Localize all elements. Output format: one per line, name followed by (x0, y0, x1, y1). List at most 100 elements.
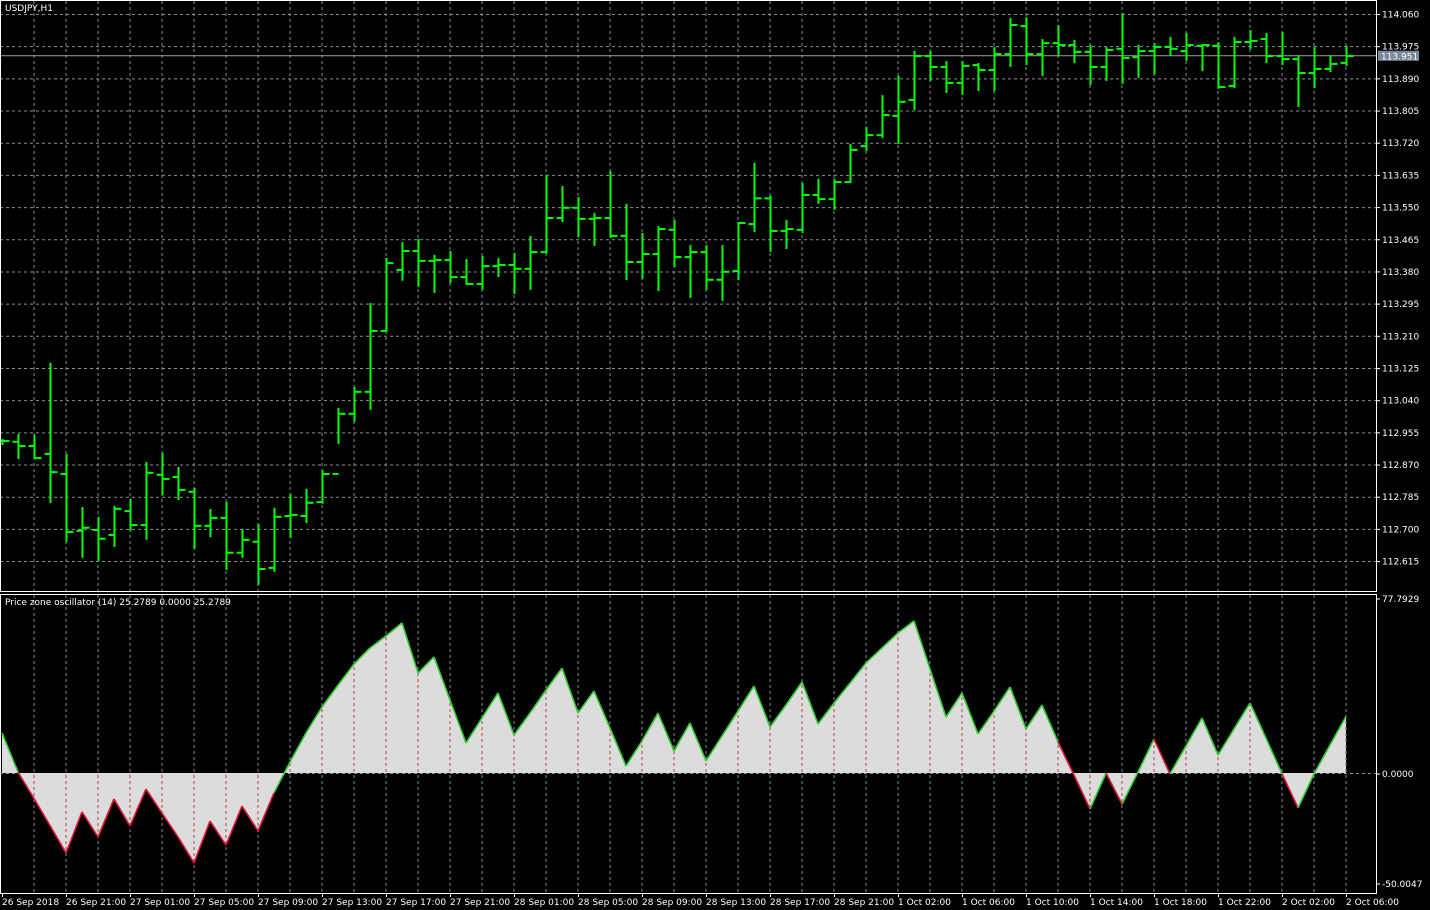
time-tick-label: 1 Oct 02:00 (898, 898, 951, 908)
price-tick-label: 113.550 (1382, 204, 1419, 214)
current-price-label: 113.951 (1381, 52, 1418, 62)
ohlc-bar (204, 508, 218, 538)
ohlc-bar (332, 407, 346, 475)
ohlc-bar (668, 220, 682, 268)
time-tick-label: 1 Oct 14:00 (1090, 898, 1143, 908)
ohlc-bar (748, 162, 762, 232)
ohlc-bar (876, 95, 890, 139)
price-tick-label: 113.465 (1382, 236, 1419, 246)
ohlc-bar (508, 253, 522, 295)
time-tick-label: 28 Sep 09:00 (642, 898, 702, 908)
ohlc-bar (476, 256, 490, 290)
ohlc-bar (412, 239, 426, 287)
ohlc-bar (396, 242, 410, 281)
ohlc-bar (0, 438, 10, 446)
ohlc-bar (732, 221, 746, 281)
oscillator-tick-label: -50.0047 (1382, 880, 1422, 890)
ohlc-bar (988, 47, 1002, 92)
ohlc-bar (1260, 33, 1274, 64)
main-pane-border (0, 0, 1377, 592)
ohlc-bar (908, 50, 922, 111)
ohlc-bar (1052, 25, 1066, 56)
time-tick-label: 26 Sep 2018 (2, 898, 59, 908)
ohlc-bar (620, 203, 634, 281)
ohlc-bar (956, 61, 970, 95)
price-tick-label: 113.295 (1382, 300, 1419, 310)
ohlc-bar (284, 493, 298, 538)
ohlc-bar (556, 186, 570, 223)
ohlc-bar (1036, 39, 1050, 76)
ohlc-bar (380, 257, 394, 332)
ohlc-bar (444, 251, 458, 284)
chart-canvas[interactable]: 114.060113.975113.890113.805113.720113.6… (0, 0, 1430, 910)
ohlc-bar (268, 507, 282, 572)
ohlc-bar (156, 452, 170, 496)
price-axis[interactable]: 114.060113.975113.890113.805113.720113.6… (1376, 11, 1422, 891)
price-tick-label: 112.870 (1382, 461, 1419, 471)
ohlc-bar (492, 257, 506, 277)
ohlc-bar (12, 433, 26, 460)
price-tick-label: 112.700 (1382, 525, 1419, 535)
ohlc-bar (92, 516, 106, 561)
ohlc-bar (76, 507, 90, 558)
time-tick-label: 2 Oct 02:00 (1282, 898, 1335, 908)
ohlc-bar (1276, 31, 1290, 65)
ohlc-bar (972, 62, 986, 92)
price-tick-label: 113.380 (1382, 268, 1419, 278)
ohlc-bar (172, 466, 186, 500)
ohlc-bar (1212, 42, 1226, 89)
time-axis[interactable]: 26 Sep 2018 26 Sep 21:00 27 Sep 01:00 27 Se… (2, 893, 1399, 908)
price-tick-label: 113.040 (1382, 397, 1419, 407)
ohlc-bar (588, 212, 602, 246)
price-tick-label: 112.615 (1382, 558, 1419, 568)
time-tick-label: 1 Oct 22:00 (1218, 898, 1271, 908)
price-tick-label: 113.635 (1382, 171, 1419, 181)
ohlc-bar (28, 434, 42, 460)
ohlc-bar (124, 498, 138, 532)
price-tick-label: 114.060 (1382, 11, 1419, 21)
ohlc-bar (716, 245, 730, 301)
ohlc-bar (1308, 47, 1322, 89)
ohlc-bar (780, 220, 794, 249)
ohlc-bar (524, 235, 538, 290)
ohlc-bar (236, 529, 250, 558)
ohlc-bar (892, 75, 906, 145)
time-tick-label: 2 Oct 06:00 (1346, 898, 1399, 908)
ohlc-bar (1292, 55, 1306, 107)
time-tick-label: 27 Sep 13:00 (322, 898, 382, 908)
ohlc-bar (940, 61, 954, 93)
ohlc-bar (1004, 17, 1018, 67)
price-tick-label: 112.955 (1382, 429, 1419, 439)
ohlc-bar (1020, 17, 1034, 65)
price-tick-label: 113.805 (1382, 107, 1419, 117)
ohlc-bar (1100, 47, 1114, 81)
time-tick-label: 28 Sep 21:00 (834, 898, 894, 908)
ohlc-bar (1228, 36, 1242, 89)
ohlc-bar (764, 195, 778, 252)
ohlc-bar (540, 175, 554, 254)
ohlc-bar (828, 178, 842, 210)
time-tick-label: 28 Sep 17:00 (770, 898, 830, 908)
ohlc-bar (364, 302, 378, 410)
time-tick-label: 27 Sep 17:00 (386, 898, 446, 908)
time-tick-label: 27 Sep 09:00 (258, 898, 318, 908)
ohlc-bar (300, 488, 314, 524)
ohlc-bar (572, 196, 586, 237)
ohlc-bar (60, 454, 74, 542)
ohlc-bar (428, 254, 442, 293)
price-tick-label: 113.210 (1382, 332, 1419, 342)
ohlc-bar (220, 501, 234, 571)
ohlc-bar (140, 462, 154, 540)
ohlc-bar (604, 170, 618, 238)
indicator-values: 25.2789 0.0000 25.2789 (119, 598, 231, 608)
ohlc-bar (1132, 44, 1146, 78)
ohlc-bar (1116, 13, 1130, 84)
ohlc-bar (348, 387, 362, 422)
ohlc-bar (1148, 42, 1162, 75)
ohlc-bar (700, 245, 714, 290)
price-tick-label: 112.785 (1382, 493, 1419, 503)
time-tick-label: 1 Oct 06:00 (962, 898, 1015, 908)
time-tick-label: 1 Oct 18:00 (1154, 898, 1207, 908)
ohlc-bar (860, 126, 874, 151)
ohlc-bar (1196, 44, 1210, 72)
